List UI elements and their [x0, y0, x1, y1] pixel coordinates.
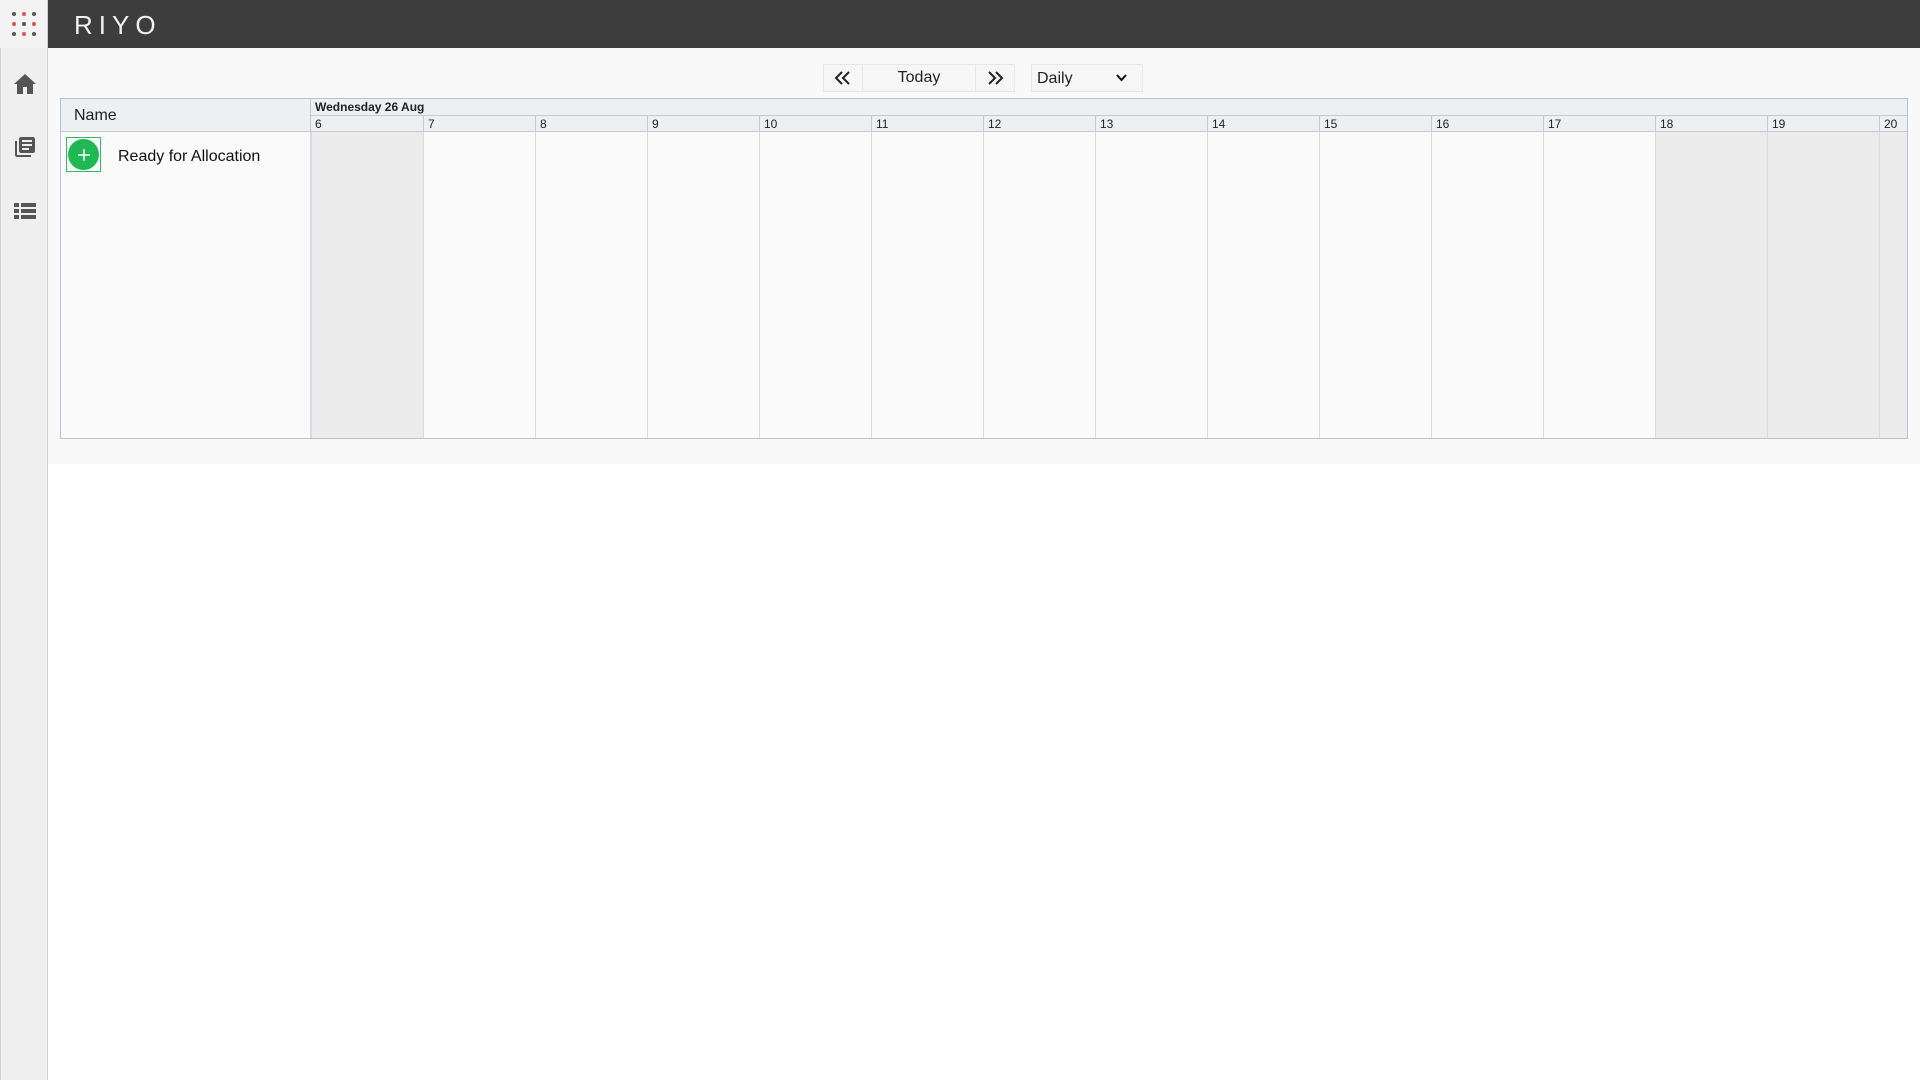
apps-grid-icon — [11, 12, 36, 36]
hour-label-13: 13 — [1095, 116, 1207, 131]
today-button[interactable]: Today — [863, 64, 975, 92]
timeline-slot-15[interactable] — [1319, 132, 1431, 438]
plus-icon — [77, 148, 90, 161]
timeline-slot-16[interactable] — [1431, 132, 1543, 438]
sidebar — [0, 48, 48, 1080]
add-allocation-button[interactable] — [66, 137, 101, 172]
hour-label-12: 12 — [983, 116, 1095, 131]
hour-header-row: 6 7 8 9 10 11 12 13 14 15 16 17 18 19 20 — [311, 116, 1907, 132]
timeline-slot-13[interactable] — [1095, 132, 1207, 438]
date-header-label: Wednesday 26 Aug — [315, 100, 425, 114]
date-header: Wednesday 26 Aug — [311, 99, 1907, 116]
timeline-slot-11[interactable] — [871, 132, 983, 438]
date-navigation-toolbar: Today Daily — [823, 64, 1143, 92]
hour-label-7: 7 — [423, 116, 535, 131]
timeline-slot-8[interactable] — [535, 132, 647, 438]
hour-label-17: 17 — [1543, 116, 1655, 131]
chevron-down-icon — [1116, 74, 1127, 82]
main-content: Today Daily Name Wednesday 26 Aug 6 7 8 9 10… — [48, 48, 1920, 464]
hour-label-11: 11 — [871, 116, 983, 131]
next-button[interactable] — [975, 64, 1015, 92]
double-chevron-left-icon — [834, 71, 850, 85]
timeline-slot-14[interactable] — [1207, 132, 1319, 438]
timeline-slot-9[interactable] — [647, 132, 759, 438]
name-column-header: Name — [61, 99, 311, 132]
apps-launcher-button[interactable] — [0, 0, 48, 48]
hour-label-14: 14 — [1207, 116, 1319, 131]
app-logo: RIYO — [74, 10, 162, 40]
timeline-slot-18[interactable] — [1655, 132, 1767, 438]
hour-label-18: 18 — [1655, 116, 1767, 131]
timeline-slot-6[interactable] — [311, 132, 423, 438]
hour-label-6: 6 — [315, 117, 322, 131]
period-select-value: Daily — [1037, 70, 1073, 87]
hour-label-15: 15 — [1319, 116, 1431, 131]
hour-label-19: 19 — [1767, 116, 1879, 131]
timeline-slot-7[interactable] — [423, 132, 535, 438]
double-chevron-right-icon — [988, 71, 1004, 85]
timeline-slot-17[interactable] — [1543, 132, 1655, 438]
sidebar-item-library[interactable] — [1, 123, 49, 171]
sidebar-item-home[interactable] — [1, 60, 49, 108]
sidebar-item-list[interactable] — [1, 187, 49, 235]
resource-label: Ready for Allocation — [118, 148, 261, 165]
previous-button[interactable] — [823, 64, 863, 92]
name-header-label: Name — [74, 107, 117, 124]
timeline-slot-10[interactable] — [759, 132, 871, 438]
timeline-slot-12[interactable] — [983, 132, 1095, 438]
hour-label-9: 9 — [647, 116, 759, 131]
hour-label-8: 8 — [535, 116, 647, 131]
hour-label-20: 20 — [1879, 116, 1907, 131]
app-window: RIYO Today Daily Name Wednesday 26 Aug 6… — [0, 0, 1920, 1080]
timeline-slot-20[interactable] — [1879, 132, 1907, 438]
top-bar: RIYO — [0, 0, 1920, 48]
home-icon — [14, 74, 36, 94]
view-list-icon — [14, 203, 36, 219]
scheduler-grid: Name Wednesday 26 Aug 6 7 8 9 10 11 12 13 14 15 16… — [60, 98, 1908, 439]
timeline-slot-19[interactable] — [1767, 132, 1879, 438]
library-books-icon — [15, 137, 35, 157]
resource-row: Ready for Allocation — [61, 132, 311, 438]
period-select[interactable]: Daily — [1031, 64, 1143, 92]
hour-label-10: 10 — [759, 116, 871, 131]
hour-label-16: 16 — [1431, 116, 1543, 131]
